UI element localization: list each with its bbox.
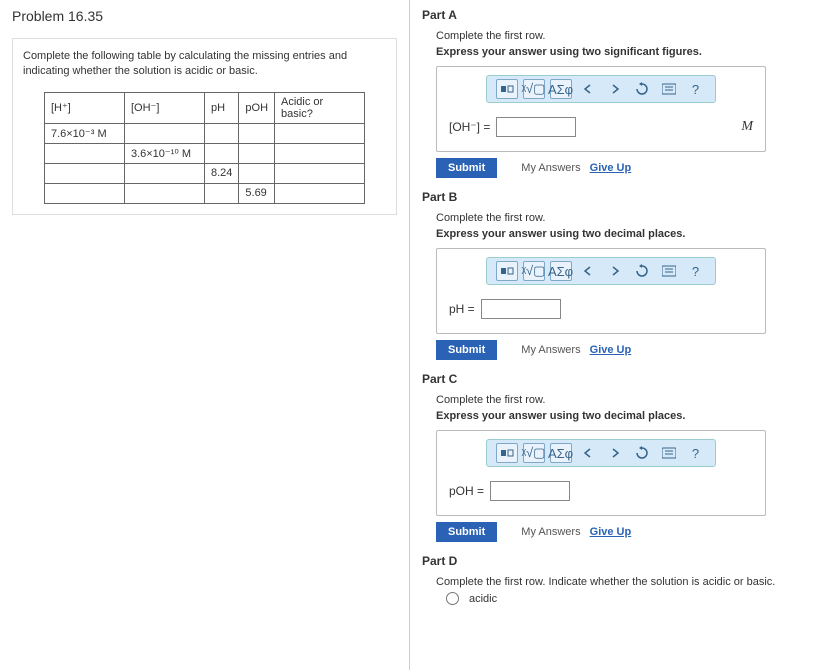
table-row: 8.24 [44, 163, 364, 183]
keyboard-icon[interactable] [658, 79, 680, 99]
greek-icon[interactable]: ΑΣφ [550, 443, 572, 463]
template-icon[interactable] [496, 261, 518, 281]
submit-row: Submit My Answers Give Up [436, 340, 818, 360]
sqrt-icon[interactable]: ᵡ√▢ [523, 443, 545, 463]
sqrt-icon[interactable]: ᵡ√▢ [523, 261, 545, 281]
part-instr-bold: Express your answer using two significan… [436, 46, 818, 58]
submit-row: Submit My Answers Give Up [436, 158, 818, 178]
part-instr: Complete the first row. [436, 212, 818, 224]
help-icon[interactable]: ? [685, 443, 707, 463]
answer-box: ᵡ√▢ ΑΣφ ? pOH = [436, 430, 766, 516]
keyboard-icon[interactable] [658, 443, 680, 463]
help-icon[interactable]: ? [685, 261, 707, 281]
part-instr: Complete the first row. Indicate whether… [436, 576, 818, 588]
answer-input[interactable] [481, 299, 561, 319]
formula-toolbar: ᵡ√▢ ΑΣφ ? [486, 75, 716, 103]
prompt-text: Complete the following table by calculat… [23, 49, 386, 80]
part-instr: Complete the first row. [436, 394, 818, 406]
answer-box: ᵡ√▢ ΑΣφ ? pH = [436, 248, 766, 334]
table-row: 3.6×10⁻¹⁰ M [44, 143, 364, 163]
template-icon[interactable] [496, 79, 518, 99]
link-group: My Answers Give Up [521, 526, 631, 538]
table-row: 5.69 [44, 183, 364, 203]
answer-input[interactable] [490, 481, 570, 501]
reset-icon[interactable] [631, 79, 653, 99]
col-header-oh: [OH⁻] [124, 92, 204, 123]
formula-toolbar: ᵡ√▢ ΑΣφ ? [486, 439, 716, 467]
answer-lhs: pH = [449, 302, 475, 316]
my-answers-label: My Answers [521, 526, 580, 538]
left-panel: Problem 16.35 Complete the following tab… [0, 0, 410, 670]
part-title: Part D [422, 554, 818, 568]
part-title: Part B [422, 190, 818, 204]
help-icon[interactable]: ? [685, 79, 707, 99]
part-instr: Complete the first row. [436, 30, 818, 42]
part-title: Part A [422, 8, 818, 22]
table-row: 7.6×10⁻³ M [44, 123, 364, 143]
reset-icon[interactable] [631, 443, 653, 463]
template-icon[interactable] [496, 443, 518, 463]
reset-icon[interactable] [631, 261, 653, 281]
give-up-link[interactable]: Give Up [590, 526, 632, 538]
sqrt-icon[interactable]: ᵡ√▢ [523, 79, 545, 99]
answer-row: [OH⁻] = M [437, 113, 765, 151]
my-answers-label: My Answers [521, 344, 580, 356]
keyboard-icon[interactable] [658, 261, 680, 281]
col-header-h: [H⁺] [44, 92, 124, 123]
submit-button[interactable]: Submit [436, 522, 497, 542]
part-a: Part A Complete the first row. Express y… [422, 8, 818, 178]
give-up-link[interactable]: Give Up [590, 344, 632, 356]
radio-row: acidic [446, 592, 818, 605]
submit-button[interactable]: Submit [436, 158, 497, 178]
answer-lhs: pOH = [449, 484, 484, 498]
undo-icon[interactable] [577, 443, 599, 463]
undo-icon[interactable] [577, 79, 599, 99]
part-instr-bold: Express your answer using two decimal pl… [436, 410, 818, 422]
answer-unit: M [741, 119, 753, 135]
answer-row: pOH = [437, 477, 765, 515]
part-c: Part C Complete the first row. Express y… [422, 372, 818, 542]
my-answers-label: My Answers [521, 162, 580, 174]
radio-label: acidic [469, 593, 497, 605]
submit-button[interactable]: Submit [436, 340, 497, 360]
part-b: Part B Complete the first row. Express y… [422, 190, 818, 360]
greek-icon[interactable]: ΑΣφ [550, 79, 572, 99]
link-group: My Answers Give Up [521, 162, 631, 174]
data-table: [H⁺] [OH⁻] pH pOH Acidic or basic? 7.6×1… [44, 92, 365, 204]
redo-icon[interactable] [604, 261, 626, 281]
redo-icon[interactable] [604, 443, 626, 463]
link-group: My Answers Give Up [521, 344, 631, 356]
undo-icon[interactable] [577, 261, 599, 281]
right-panel: Part A Complete the first row. Express y… [410, 0, 830, 670]
answer-lhs: [OH⁻] = [449, 120, 490, 134]
greek-icon[interactable]: ΑΣφ [550, 261, 572, 281]
part-title: Part C [422, 372, 818, 386]
answer-input[interactable] [496, 117, 576, 137]
col-header-poh: pOH [239, 92, 275, 123]
radio-acidic[interactable] [446, 592, 459, 605]
submit-row: Submit My Answers Give Up [436, 522, 818, 542]
problem-title: Problem 16.35 [12, 8, 397, 24]
answer-box: ᵡ√▢ ΑΣφ ? [OH⁻] = M [436, 66, 766, 152]
prompt-box: Complete the following table by calculat… [12, 38, 397, 215]
redo-icon[interactable] [604, 79, 626, 99]
part-d: Part D Complete the first row. Indicate … [422, 554, 818, 605]
col-header-ph: pH [204, 92, 238, 123]
answer-row: pH = [437, 295, 765, 333]
part-instr-bold: Express your answer using two decimal pl… [436, 228, 818, 240]
give-up-link[interactable]: Give Up [590, 162, 632, 174]
col-header-ab: Acidic or basic? [275, 92, 365, 123]
formula-toolbar: ᵡ√▢ ΑΣφ ? [486, 257, 716, 285]
